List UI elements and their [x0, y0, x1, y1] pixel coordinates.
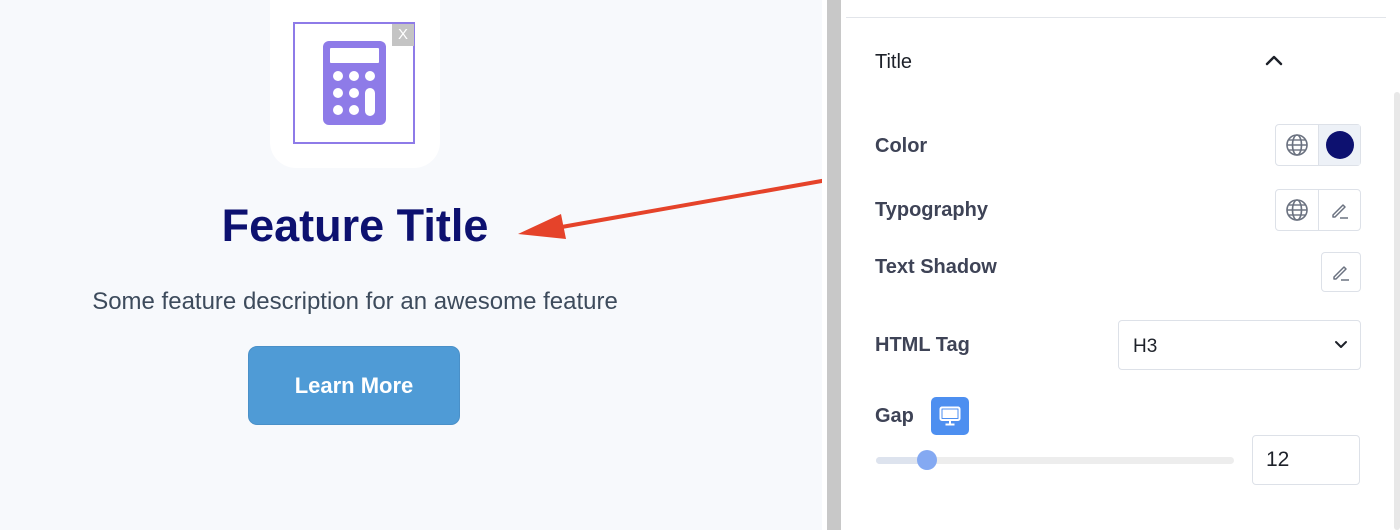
edit-typography-button[interactable] [1318, 190, 1360, 230]
color-swatch [1325, 131, 1354, 159]
globe-icon [1286, 134, 1308, 156]
global-typography-button[interactable] [1276, 190, 1318, 230]
text-shadow-label: Text Shadow [875, 256, 997, 278]
global-color-button[interactable] [1276, 125, 1318, 165]
chevron-up-icon[interactable] [1264, 52, 1284, 68]
globe-icon [1286, 199, 1308, 221]
learn-more-button[interactable]: Learn More [248, 346, 460, 425]
panel-scrollbar[interactable] [1394, 92, 1400, 530]
panel-separator [846, 17, 1386, 18]
color-controls [1275, 124, 1361, 166]
edit-text-shadow-button[interactable] [1322, 253, 1360, 291]
typography-label: Typography [875, 199, 988, 221]
preview-canvas: X Feature Title Some feature description… [0, 0, 822, 530]
panel-resize-handle[interactable] [827, 0, 841, 530]
responsive-device-button[interactable] [931, 397, 969, 435]
calculator-icon [323, 41, 386, 125]
feature-description: Some feature description for an awesome … [92, 288, 618, 315]
pencil-icon [1331, 204, 1348, 219]
pencil-icon [1333, 266, 1349, 281]
typography-controls [1275, 189, 1361, 231]
html-tag-value: H3 [1133, 336, 1158, 357]
gap-slider-thumb[interactable] [917, 450, 937, 470]
section-title: Title [875, 51, 913, 73]
html-tag-select[interactable]: H3 [1118, 320, 1361, 370]
remove-icon-button[interactable]: X [392, 24, 414, 46]
color-label: Color [875, 135, 928, 157]
text-shadow-controls [1321, 252, 1361, 292]
html-tag-label: HTML Tag [875, 334, 970, 356]
gap-label: Gap [875, 405, 914, 427]
feature-title: Feature Title [221, 200, 489, 251]
desktop-icon [939, 406, 961, 426]
gap-number-input[interactable] [1252, 435, 1360, 485]
color-swatch-button[interactable] [1318, 125, 1360, 165]
chevron-down-icon [1335, 341, 1347, 348]
settings-panel: Title Color Typography Text Shadow HTML … [846, 0, 1400, 530]
